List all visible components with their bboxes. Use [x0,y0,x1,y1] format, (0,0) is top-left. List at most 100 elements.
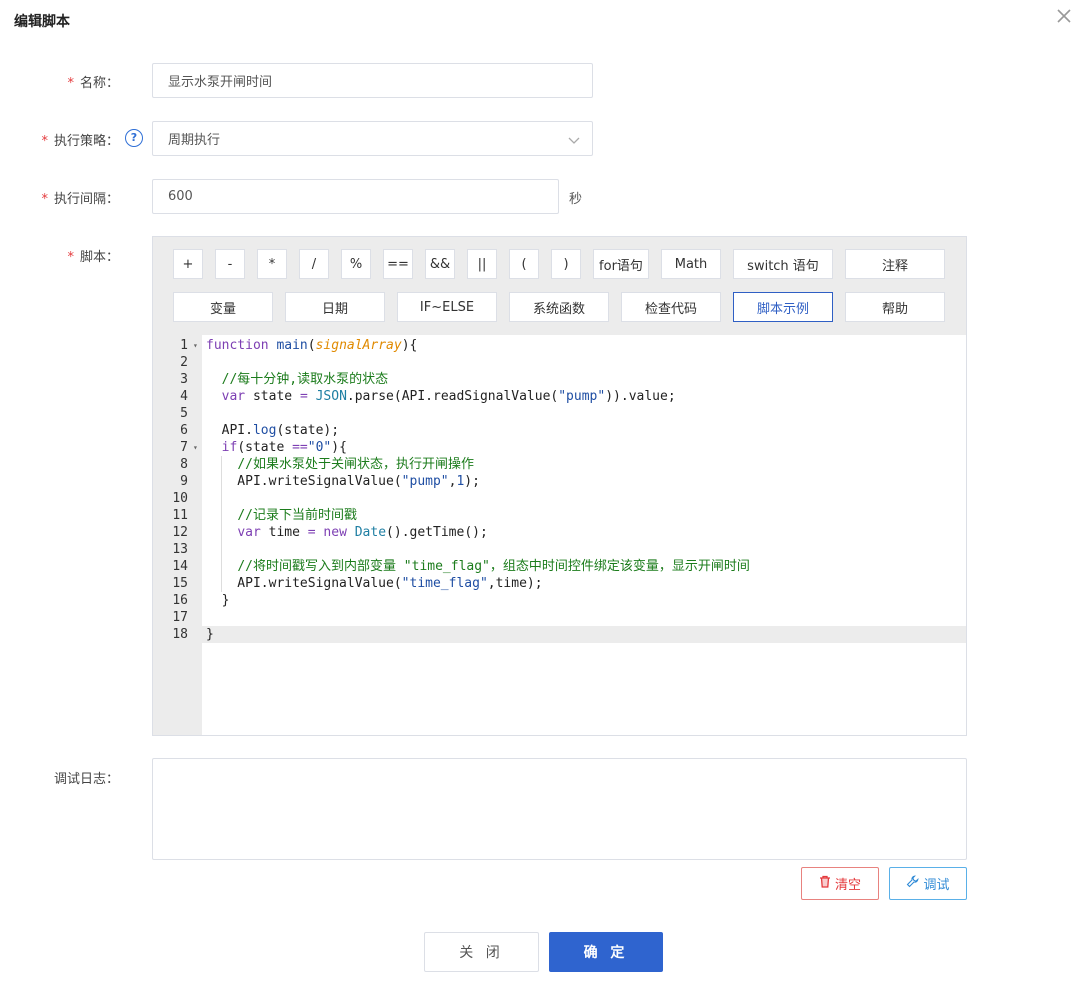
code-text: //记录下当前时间戳 [206,507,357,524]
toolbar-variable-button[interactable]: 变量 [173,292,273,322]
close-button[interactable]: 关 闭 [424,932,539,972]
code-text: function main(signalArray){ [206,337,417,354]
code-line[interactable]: 6 API.log(state); [153,422,966,439]
fold-toggle-icon[interactable]: ▾ [193,439,198,456]
code-token: //将时间戳写入到内部变量 "time_flag"，组态中时间控件绑定该变量，显… [237,559,750,574]
line-number: 16 [172,593,188,608]
interval-input[interactable]: 600 [152,179,559,214]
toolbar-ifelse-button[interactable]: IF~ELSE [397,292,497,322]
trash-icon [819,875,831,892]
code-token: new [323,525,355,540]
interval-label-text: 执行间隔： [53,192,119,207]
toolbar-check-code-button[interactable]: 检查代码 [621,292,721,322]
code-editor[interactable]: 1 ▾ function main(signalArray){2 3 //每十分钟,读… [153,335,966,735]
script-panel: + - * / % == && || ( ) for语句 Math switch… [152,236,967,736]
code-token: "pump" [558,389,606,404]
toolbar-plus-button[interactable]: + [173,249,203,279]
toolbar-multiply-button[interactable]: * [257,249,287,279]
code-text: var time = new Date().getTime(); [206,524,488,541]
toolbar-script-example-button[interactable]: 脚本示例 [733,292,833,322]
code-token: API.writeSignalValue( [206,474,402,489]
code-line[interactable]: 2 [153,354,966,371]
code-token: == [292,440,308,455]
code-text: } [206,592,230,609]
code-text: //将时间戳写入到内部变量 "time_flag"，组态中时间控件绑定该变量，显… [206,558,750,575]
line-number: 12 [172,525,188,540]
code-line[interactable]: 16 } [153,592,966,609]
code-line[interactable]: 7 ▾ if(state =="0"){ [153,439,966,456]
line-number: 17 [172,610,188,625]
toolbar-comment-button[interactable]: 注释 [845,249,945,279]
code-token: (state); [276,423,340,438]
code-line[interactable]: 9 API.writeSignalValue("pump",1); [153,473,966,490]
toolbar-modulo-button[interactable]: % [341,249,371,279]
code-line[interactable]: 17 [153,609,966,626]
toolbar-math-button[interactable]: Math [661,249,721,279]
question-circle-icon[interactable]: ? [125,129,143,147]
code-line[interactable]: 3 //每十分钟,读取水泵的状态 [153,371,966,388]
toolbar-equals-button[interactable]: == [383,249,413,279]
name-input[interactable]: 显示水泵开闸时间 [152,63,593,98]
code-line[interactable]: 1 ▾ function main(signalArray){ [153,337,966,354]
script-label: * 脚本： [67,246,119,265]
interval-unit: 秒 [569,192,583,207]
toolbar-lparen-button[interactable]: ( [509,249,539,279]
code-line[interactable]: 5 [153,405,966,422]
code-text: var state = JSON.parse(API.readSignalVal… [206,388,676,405]
debug-button[interactable]: 调试 [889,867,967,900]
code-token: ( [307,338,316,353]
interval-input-value: 600 [168,189,193,204]
code-line[interactable]: 14 //将时间戳写入到内部变量 "time_flag"，组态中时间控件绑定该变… [153,558,966,575]
code-token: if [221,440,238,455]
code-line[interactable]: 8 //如果水泵处于关闸状态，执行开闸操作 [153,456,966,473]
toolbar-for-button[interactable]: for语句 [593,249,649,279]
line-number: 9 [180,474,188,489]
code-line[interactable]: 18} [153,626,966,643]
required-mark: * [67,250,74,265]
code-line[interactable]: 12 var time = new Date().getTime(); [153,524,966,541]
code-text: if(state =="0"){ [206,439,347,456]
code-token: ); [464,474,480,489]
toolbar-or-button[interactable]: || [467,249,497,279]
required-mark: * [67,76,74,91]
code-token: //记录下当前时间戳 [237,508,357,523]
code-token: //每十分钟,读取水泵的状态 [221,372,389,387]
indent-guide [221,541,222,558]
close-icon[interactable] [1054,6,1074,26]
toolbar-help-button[interactable]: 帮助 [845,292,945,322]
code-text: API.writeSignalValue("time_flag",time); [206,575,542,592]
code-line[interactable]: 10 [153,490,966,507]
code-token: value; [628,389,676,404]
line-number: 15 [172,576,188,591]
code-line[interactable]: 4 var state = JSON.parse(API.readSignalV… [153,388,966,405]
code-text: } [206,626,214,643]
strategy-select-value: 周期执行 [168,133,221,148]
strategy-select[interactable]: 周期执行 [152,121,593,156]
script-label-text: 脚本： [79,250,119,265]
code-token: = [299,389,316,404]
fold-toggle-icon[interactable]: ▾ [193,337,198,354]
strategy-label: * 执行策略： [41,130,119,149]
code-line[interactable]: 15 API.writeSignalValue("time_flag",time… [153,575,966,592]
line-number: 18 [172,627,188,642]
confirm-button[interactable]: 确 定 [549,932,663,972]
toolbar-minus-button[interactable]: - [215,249,245,279]
toolbar-date-button[interactable]: 日期 [285,292,385,322]
line-number: 4 [180,389,188,404]
toolbar-and-button[interactable]: && [425,249,455,279]
line-number: 3 [180,372,188,387]
toolbar-rparen-button[interactable]: ) [551,249,581,279]
toolbar-divide-button[interactable]: / [299,249,329,279]
code-token: (). [386,525,410,540]
debug-log-textarea[interactable] [152,758,967,860]
strategy-label-text: 执行策略： [53,134,119,149]
clear-button[interactable]: 清空 [801,867,879,900]
code-line[interactable]: 13 [153,541,966,558]
toolbar-system-function-button[interactable]: 系统函数 [509,292,609,322]
code-line[interactable]: 11 //记录下当前时间戳 [153,507,966,524]
code-token: var [221,389,253,404]
toolbar-switch-button[interactable]: switch 语句 [733,249,833,279]
